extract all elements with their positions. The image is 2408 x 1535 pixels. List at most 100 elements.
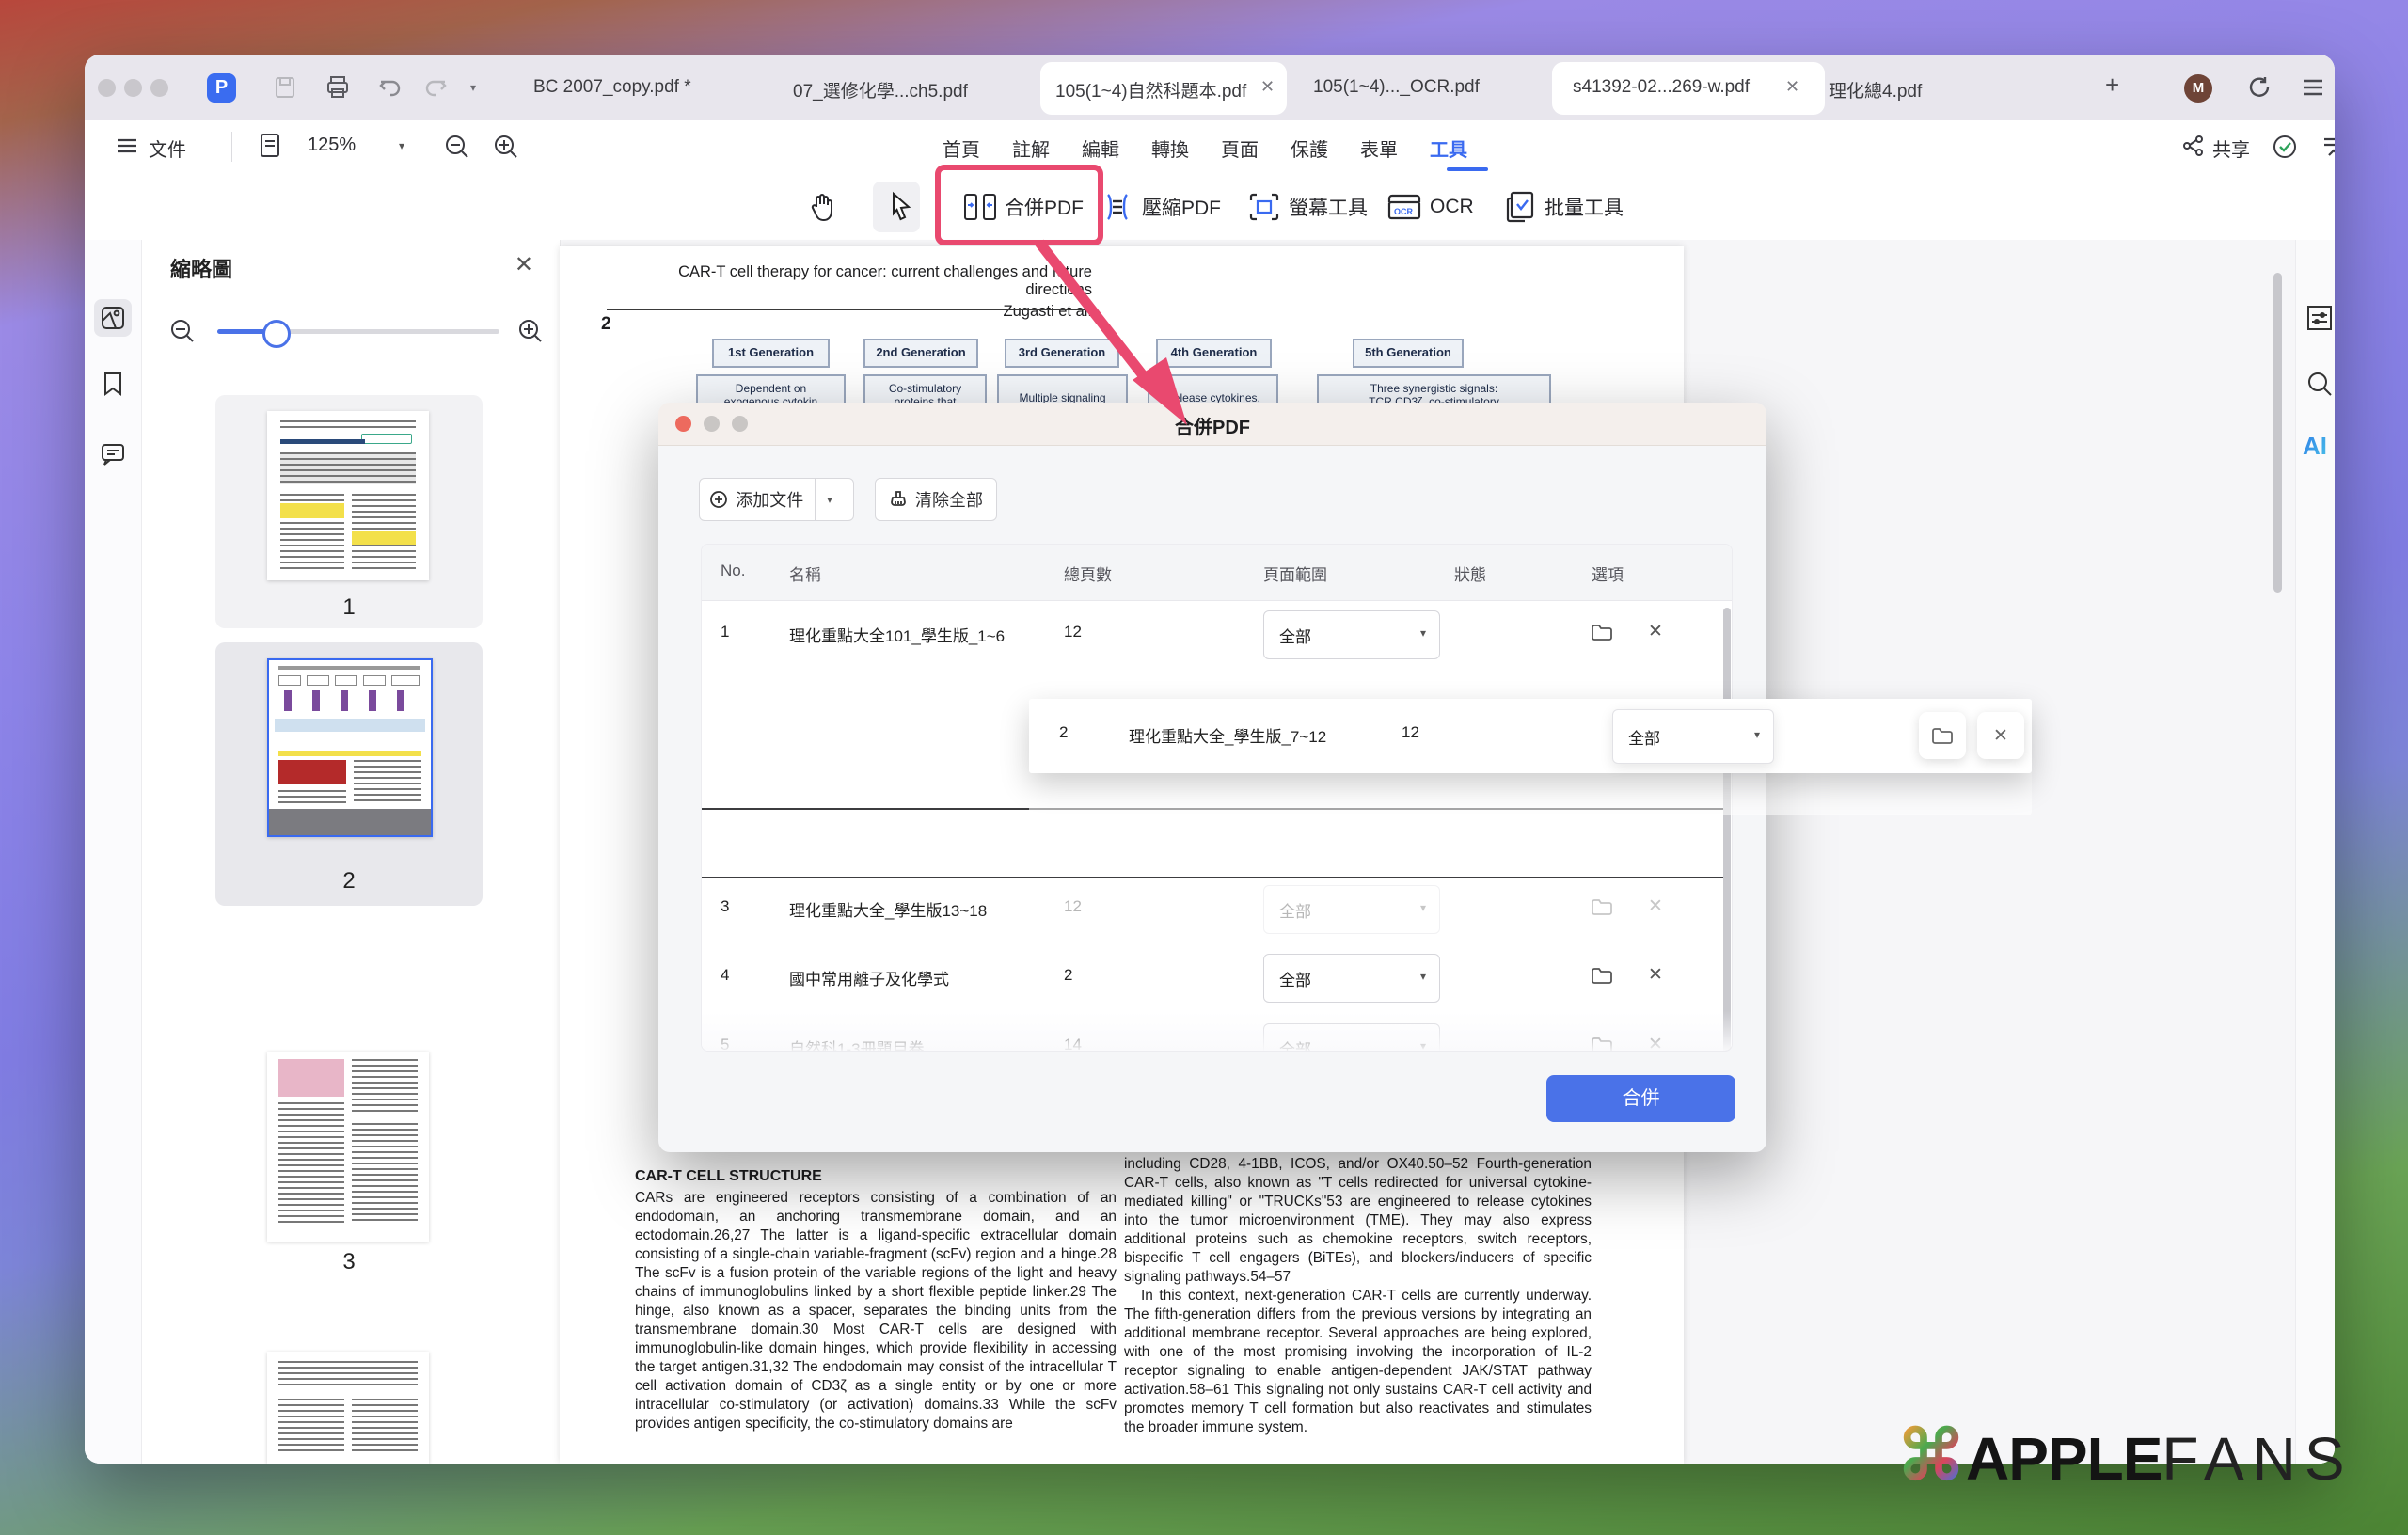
thumbnail-image	[267, 411, 429, 580]
thumbnail-page-2-selected[interactable]: 2	[215, 642, 483, 906]
cloud-sync-icon[interactable]	[2271, 133, 2299, 166]
dragged-table-row[interactable]: 2 理化重點大全_學生版_7~12 12 全部 ▾ ✕	[1029, 699, 2032, 773]
thumb-zoom-in-icon[interactable]	[516, 317, 545, 350]
file-menu[interactable]: 文件	[149, 135, 186, 162]
menu-convert[interactable]: 轉換	[1151, 135, 1189, 162]
svg-text:OCR: OCR	[1394, 207, 1414, 216]
panel-title: 縮略圖	[170, 253, 232, 283]
thumb-size-slider[interactable]	[217, 329, 499, 334]
thumbnails-panel-icon[interactable]	[94, 299, 132, 337]
save-icon[interactable]	[273, 75, 297, 104]
page-range-dropdown[interactable]: 全部▾	[1263, 885, 1440, 934]
add-files-dropdown-icon[interactable]: ▾	[815, 479, 844, 520]
file-menu-icon[interactable]	[116, 134, 138, 163]
ai-assistant-icon[interactable]: AI	[2303, 432, 2327, 461]
zoom-out-icon[interactable]	[443, 133, 471, 166]
slider-knob[interactable]	[262, 320, 291, 348]
thumbnail-page-1[interactable]: 1	[215, 395, 483, 628]
panel-close-icon[interactable]: ✕	[515, 251, 533, 278]
screen-tools-tool[interactable]: 螢幕工具	[1247, 174, 1368, 240]
zoom-level-value[interactable]: 125%	[308, 135, 356, 156]
table-row[interactable]: 4 國中常用離子及化學式 2 全部▾ ✕	[702, 943, 1732, 1012]
generation-box-2: 2nd Generation	[863, 339, 978, 368]
share-label[interactable]: 共享	[2212, 135, 2250, 162]
bookmarks-panel-icon[interactable]	[94, 365, 132, 403]
history-dropdown-icon[interactable]: ▾	[470, 81, 476, 94]
remove-file-icon[interactable]: ✕	[1648, 895, 1663, 917]
menu-home[interactable]: 首頁	[943, 135, 980, 162]
merge-confirm-button[interactable]: 合併	[1546, 1075, 1735, 1122]
menu-edit[interactable]: 編輯	[1082, 135, 1119, 162]
left-column-paragraph: CARs are engineered receptors consisting…	[635, 1189, 1117, 1433]
col-options: 選項	[1592, 562, 1624, 585]
menu-page[interactable]: 頁面	[1221, 135, 1259, 162]
page-range-dropdown[interactable]: 全部▾	[1263, 954, 1440, 1003]
remove-file-icon[interactable]: ✕	[1977, 712, 2024, 759]
folder-icon[interactable]	[1591, 623, 1613, 646]
hand-tool-icon[interactable]	[807, 191, 839, 228]
table-row[interactable]: 3 理化重點大全_學生版13~18 12 全部▾ ✕	[702, 875, 1732, 943]
right-column-paragraph-2: In this context, next-generation CAR-T c…	[1124, 1287, 1592, 1437]
search-icon[interactable]	[2305, 370, 2334, 403]
redo-icon[interactable]	[423, 75, 448, 104]
menu-tools[interactable]: 工具	[1430, 135, 1467, 162]
tab-science-book[interactable]: 105(1~4)自然科題本.pdf	[1055, 77, 1246, 103]
page-range-dropdown[interactable]: 全部▾	[1263, 610, 1440, 659]
thumbnails-panel: 縮略圖 ✕	[142, 240, 561, 1464]
zoom-dropdown-icon[interactable]: ▾	[399, 139, 404, 152]
left-icon-strip	[85, 240, 142, 1464]
comments-panel-icon[interactable]	[94, 435, 132, 473]
avatar[interactable]: M	[2184, 74, 2212, 103]
dialog-titlebar: 合併PDF	[658, 403, 1766, 446]
share-icon[interactable]	[2182, 135, 2205, 162]
select-tool-icon[interactable]	[884, 190, 914, 227]
main-menu-icon[interactable]	[2301, 75, 2325, 104]
thumbnail-image	[267, 1352, 429, 1464]
close-window-button[interactable]	[98, 79, 116, 97]
menu-form[interactable]: 表單	[1360, 135, 1398, 162]
print-icon[interactable]	[325, 75, 350, 104]
thumbnail-image	[267, 658, 433, 837]
add-files-button[interactable]: 添加文件 ▾	[699, 478, 854, 521]
menu-row: 文件 125% ▾ 首頁 註解 編輯 轉換 頁面 保護 表單 工具	[85, 120, 2335, 175]
remove-file-icon[interactable]: ✕	[1648, 621, 1663, 642]
table-scrollbar[interactable]	[1723, 608, 1731, 1052]
undo-icon[interactable]	[378, 75, 403, 104]
sync-icon[interactable]	[2246, 75, 2271, 104]
tab-s41392[interactable]: s41392-02...269-w.pdf	[1573, 77, 1750, 98]
thumbnail-page-3[interactable]: 3	[215, 1035, 483, 1279]
folder-icon[interactable]	[1591, 897, 1613, 921]
batch-tools-tool[interactable]: 批量工具	[1503, 174, 1624, 240]
merge-highlight-annotation	[935, 165, 1103, 245]
tab-lihua4[interactable]: 理化總4.pdf	[1829, 77, 1922, 103]
compress-pdf-tool[interactable]: 壓縮PDF	[1101, 174, 1221, 240]
thumb-zoom-out-icon[interactable]	[168, 317, 197, 350]
menu-protect[interactable]: 保護	[1291, 135, 1328, 162]
right-icon-strip: AI	[2295, 240, 2335, 1464]
generation-box-4: 4th Generation	[1156, 339, 1272, 368]
tab-chem-ch5[interactable]: 07_選修化學...ch5.pdf	[793, 77, 968, 103]
new-tab-button[interactable]: +	[2105, 71, 2119, 100]
page-fit-icon[interactable]	[258, 133, 282, 164]
tab-science-book-close-icon[interactable]: ✕	[1260, 77, 1275, 97]
menu-annotate[interactable]: 註解	[1012, 135, 1050, 162]
folder-icon[interactable]	[1591, 966, 1613, 989]
tab-s41392-close-icon[interactable]: ✕	[1785, 77, 1799, 97]
page-range-dropdown[interactable]: 全部 ▾	[1612, 709, 1774, 764]
compress-pdf-icon	[1101, 191, 1134, 223]
add-icon	[709, 490, 728, 509]
zoom-in-icon[interactable]	[492, 133, 520, 166]
tab-bc2007[interactable]: BC 2007_copy.pdf *	[533, 77, 691, 98]
table-row[interactable]: 1 理化重點大全101_學生版_1~6 12 全部▾ ✕	[702, 600, 1732, 669]
minimize-window-button[interactable]	[124, 79, 142, 97]
ocr-tool[interactable]: OCR OCR	[1386, 174, 1474, 240]
collapse-toolbar-icon[interactable]	[2321, 135, 2335, 164]
clear-all-button[interactable]: 清除全部	[875, 478, 997, 521]
zoom-window-button[interactable]	[150, 79, 168, 97]
remove-file-icon[interactable]: ✕	[1648, 964, 1663, 986]
thumbnail-page-4[interactable]	[215, 1348, 483, 1464]
folder-icon[interactable]	[1919, 712, 1966, 759]
tab-ocr[interactable]: 105(1~4)..._OCR.pdf	[1313, 77, 1480, 98]
document-scrollbar[interactable]	[2273, 273, 2282, 593]
properties-panel-icon[interactable]	[2305, 304, 2334, 337]
